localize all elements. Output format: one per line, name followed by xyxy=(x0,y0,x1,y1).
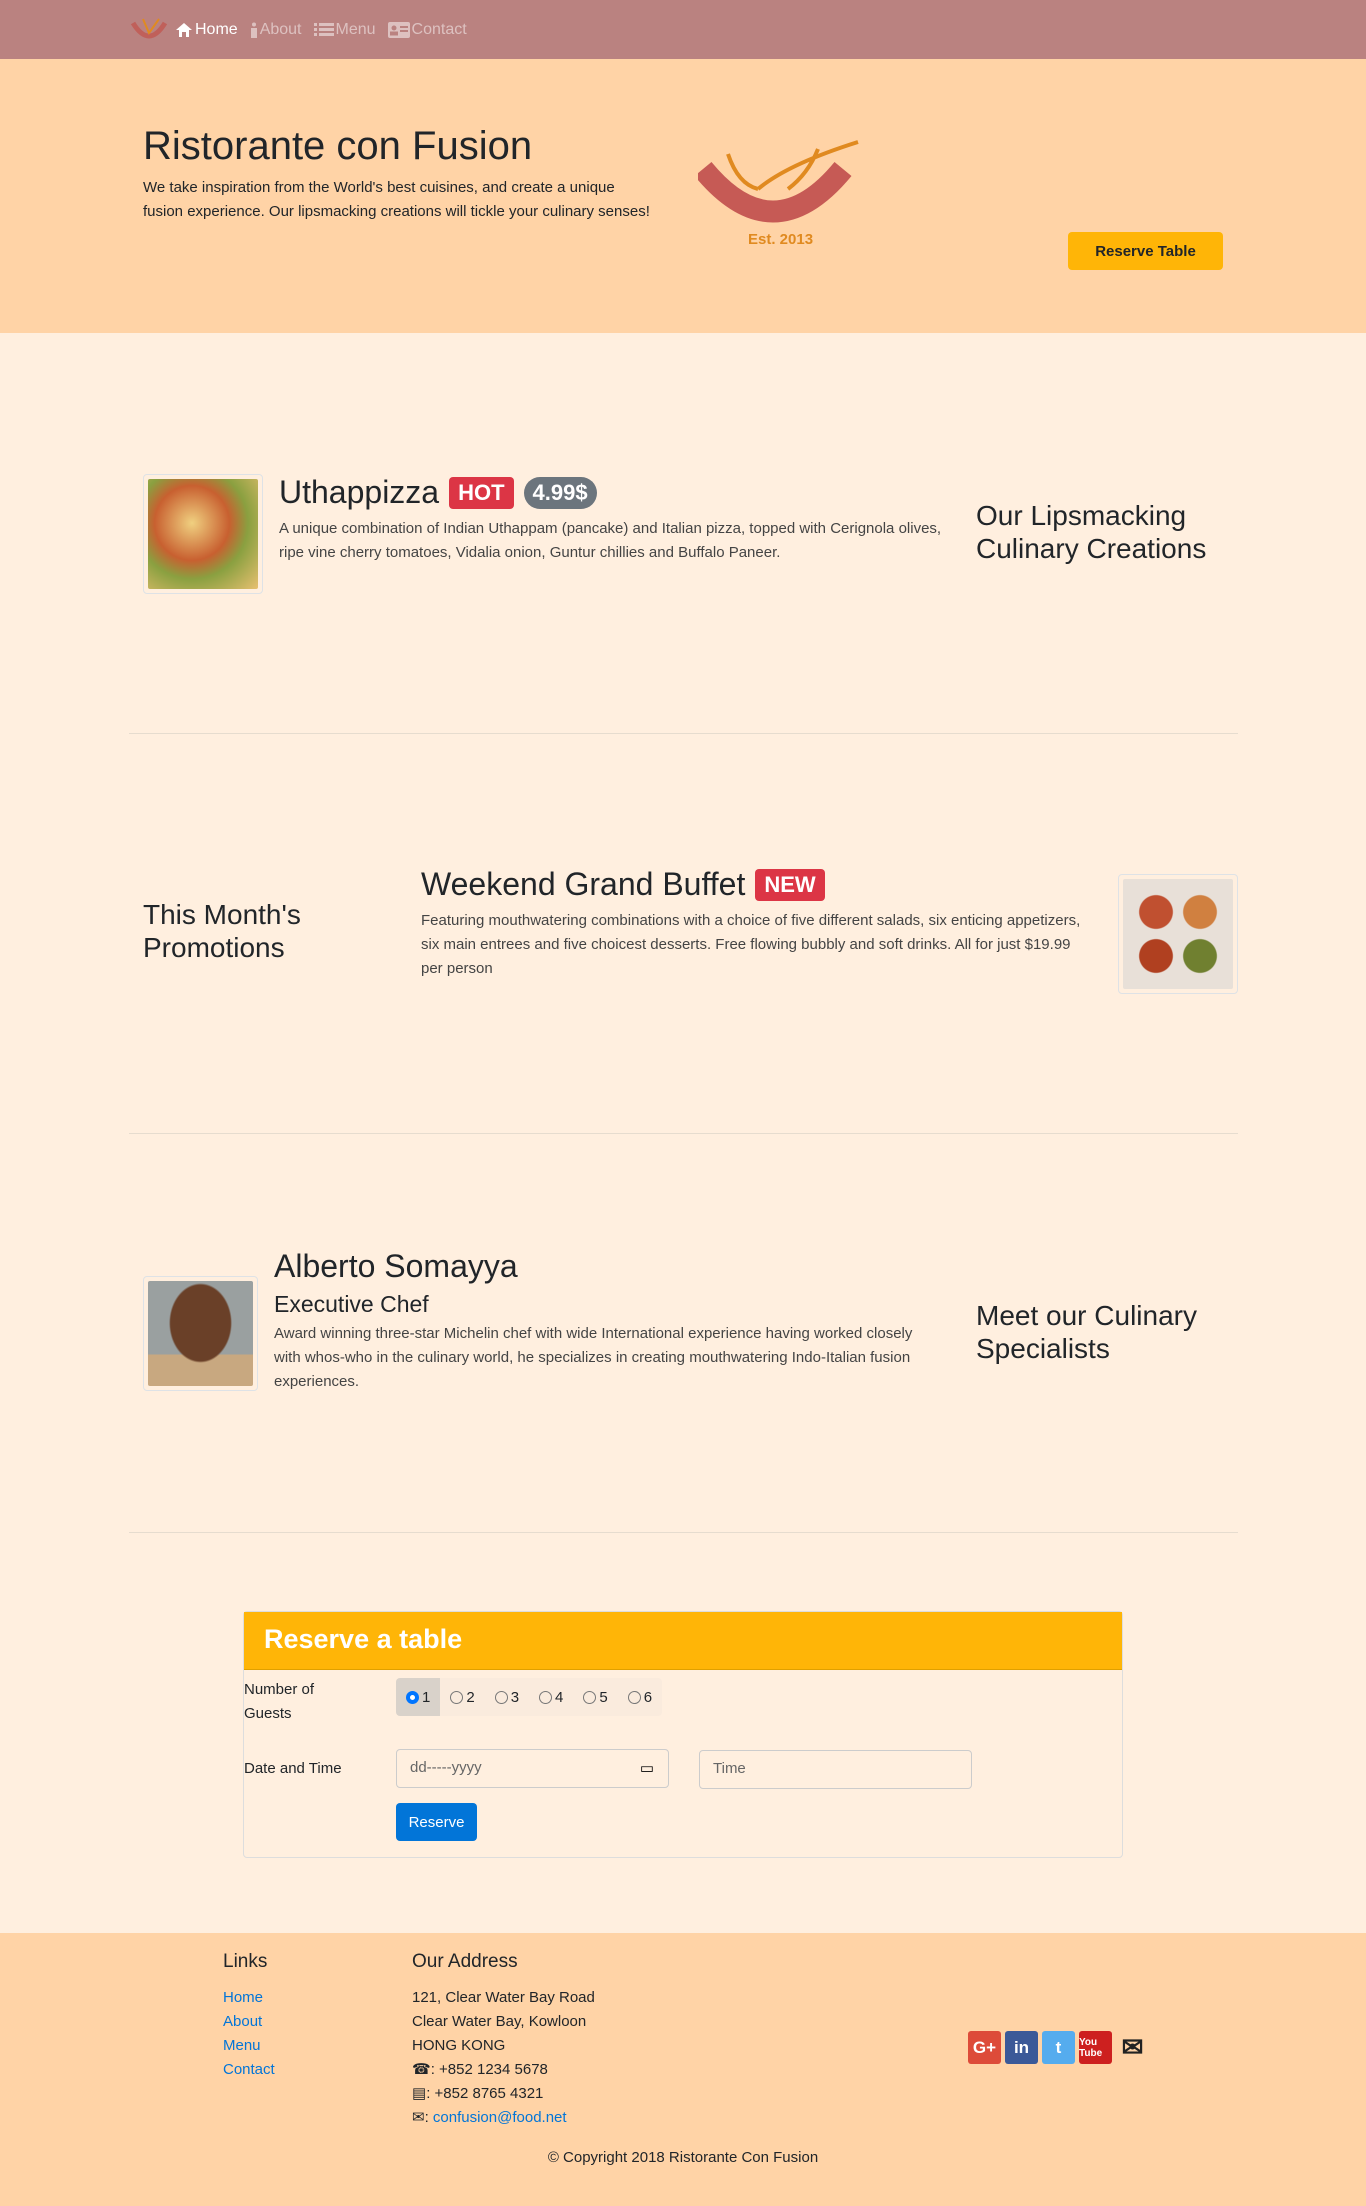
guests-option-6[interactable]: 6 xyxy=(618,1678,662,1716)
nav-label: Home xyxy=(195,20,238,38)
price-badge: 4.99$ xyxy=(523,476,597,509)
reserve-card: Reserve a table Number of Guests 1 2 3 4… xyxy=(243,1611,1123,1858)
guests-option-4[interactable]: 4 xyxy=(529,1678,573,1716)
promo-media: Weekend Grand Buffet NEW Featuring mouthw… xyxy=(421,866,1091,981)
reserve-submit-button[interactable]: Reserve xyxy=(396,1803,477,1841)
google-plus-icon[interactable]: G+ xyxy=(968,2031,1001,2064)
radio-label: 1 xyxy=(422,1688,431,1706)
nav-contact[interactable]: Contact xyxy=(387,20,467,39)
leader-description: Award winning three-star Michelin chef w… xyxy=(274,1325,913,1390)
radio-label: 6 xyxy=(643,1688,653,1706)
divider xyxy=(129,1532,1238,1533)
guests-radio-group: 1 2 3 4 5 6 xyxy=(396,1678,663,1716)
links-heading: Links xyxy=(223,1951,268,1972)
nav-home[interactable]: Home xyxy=(175,21,238,39)
twitter-icon[interactable]: t xyxy=(1042,2031,1075,2064)
footer-link-menu[interactable]: Menu xyxy=(223,2034,275,2058)
leader-image xyxy=(143,1276,258,1391)
leader-media: Alberto Somayya Executive Chef Award win… xyxy=(274,1248,934,1394)
radio-label: 2 xyxy=(466,1688,475,1706)
footer-link-home[interactable]: Home xyxy=(223,1986,275,2010)
guests-option-2[interactable]: 2 xyxy=(440,1678,484,1716)
restaurant-logo: Est. 2013 xyxy=(698,140,859,248)
time-placeholder: Time xyxy=(713,1760,746,1777)
social-links: G+ in t You Tube ✉ xyxy=(968,2031,1149,2064)
footer: Links Home About Menu Contact Our Addres… xyxy=(0,1933,1366,2206)
nav-label: Contact xyxy=(411,20,467,38)
radio-label: 5 xyxy=(599,1688,608,1706)
dish-name: Uthappizza xyxy=(279,474,440,510)
envelope-icon: ✉: xyxy=(412,2109,433,2126)
footer-links: Home About Menu Contact xyxy=(223,1986,275,2082)
radio[interactable] xyxy=(494,1690,508,1704)
guests-option-3[interactable]: 3 xyxy=(485,1678,529,1716)
list-icon xyxy=(313,22,334,36)
radio[interactable] xyxy=(450,1690,464,1704)
hero-title: Ristorante con Fusion xyxy=(143,124,533,168)
mail-icon[interactable]: ✉ xyxy=(1116,2031,1149,2064)
nav-label: Menu xyxy=(335,20,376,38)
info-icon xyxy=(250,22,257,38)
youtube-icon[interactable]: You Tube xyxy=(1079,2031,1112,2064)
hot-badge: HOT xyxy=(449,476,514,509)
brand-logo[interactable] xyxy=(129,15,169,45)
promo-name: Weekend Grand Buffet xyxy=(421,866,746,902)
address-line: HONG KONG xyxy=(412,2037,506,2054)
specialists-heading: Meet our Culinary Specialists xyxy=(976,1300,1197,1364)
reserve-card-title: Reserve a table xyxy=(244,1612,1122,1670)
date-placeholder: dd-----yyyy xyxy=(410,1759,482,1776)
guests-option-5[interactable]: 5 xyxy=(573,1678,617,1716)
dish-media: Uthappizza HOT 4.99$ A unique combination … xyxy=(279,474,949,565)
dishes-heading: Our Lipsmacking Culinary Creations xyxy=(976,500,1207,564)
jumbotron: Ristorante con Fusion We take inspiratio… xyxy=(0,59,1366,333)
calendar-icon[interactable]: ▭ xyxy=(640,1759,654,1777)
guests-option-1[interactable]: 1 xyxy=(396,1678,441,1716)
radio-selected[interactable] xyxy=(406,1690,419,1704)
nav-about[interactable]: About xyxy=(250,21,302,39)
fax-icon: ▤ xyxy=(412,2085,427,2102)
linkedin-icon[interactable]: in xyxy=(1005,2031,1038,2064)
radio[interactable] xyxy=(583,1690,597,1704)
promo-description: Featuring mouthwatering combinations wit… xyxy=(421,912,1081,977)
promotions-heading: This Month's Promotions xyxy=(143,899,301,963)
nav-menu[interactable]: Menu xyxy=(313,20,376,39)
date-input[interactable]: dd-----yyyy ▭ xyxy=(396,1749,669,1788)
email-link[interactable]: confusion@food.net xyxy=(433,2106,567,2130)
dish-image xyxy=(143,474,263,594)
leader-name: Alberto Somayya xyxy=(274,1248,518,1284)
address-line: 121, Clear Water Bay Road xyxy=(412,1989,595,2006)
logo-est-text: Est. 2013 xyxy=(748,231,813,248)
time-input[interactable]: Time xyxy=(699,1750,972,1789)
address: 121, Clear Water Bay Road Clear Water Ba… xyxy=(412,1986,595,2130)
copyright: © Copyright 2018 Ristorante Con Fusion xyxy=(547,2149,819,2166)
new-badge: NEW xyxy=(755,868,825,901)
radio[interactable] xyxy=(539,1690,553,1704)
radio-label: 4 xyxy=(555,1688,564,1706)
promo-image xyxy=(1118,874,1238,994)
footer-link-contact[interactable]: Contact xyxy=(223,2058,275,2082)
navbar: Home About Menu Contact xyxy=(0,0,1366,59)
leader-designation: Executive Chef xyxy=(274,1291,429,1317)
address-heading: Our Address xyxy=(412,1951,518,1972)
phone-icon: ☎ xyxy=(412,2061,431,2078)
address-line: Clear Water Bay, Kowloon xyxy=(412,2013,587,2030)
radio-label: 3 xyxy=(510,1688,520,1706)
guests-label: Number of Guests xyxy=(244,1681,315,1722)
hero-text: We take inspiration from the World's bes… xyxy=(143,179,650,220)
address-card-icon xyxy=(387,21,410,38)
date-time-label: Date and Time xyxy=(244,1760,342,1777)
reserve-table-button[interactable]: Reserve Table xyxy=(1068,232,1223,270)
nav-label: About xyxy=(259,20,302,38)
phone-number: : +852 1234 5678 xyxy=(430,2061,548,2078)
radio[interactable] xyxy=(627,1690,641,1704)
dish-description: A unique combination of Indian Uthappam … xyxy=(279,520,942,561)
home-icon xyxy=(176,22,192,37)
divider xyxy=(129,1133,1238,1134)
divider xyxy=(129,733,1238,734)
footer-link-about[interactable]: About xyxy=(223,2010,275,2034)
fax-number: : +852 8765 4321 xyxy=(426,2085,544,2102)
